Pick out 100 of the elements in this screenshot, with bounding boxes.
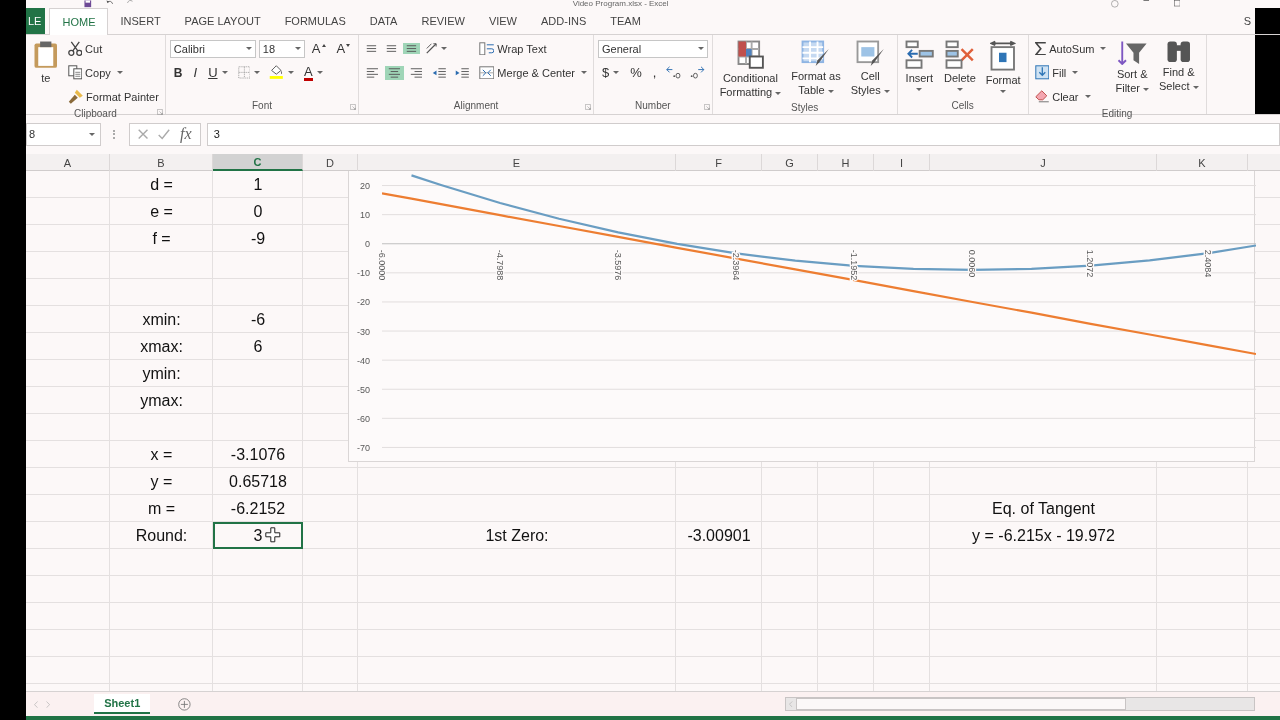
ribbon-tab[interactable]: DATA — [357, 7, 410, 34]
ribbon-button[interactable]: Delete — [941, 37, 979, 93]
table-cell[interactable]: y = -6.215x - 19.972 — [930, 522, 1157, 550]
name-box[interactable]: 8 — [26, 122, 101, 147]
ribbon-tab[interactable]: HOME — [49, 7, 109, 35]
group-label: Cells — [951, 100, 974, 112]
table-cell[interactable]: f = — [110, 225, 213, 253]
ribbon-button[interactable]: A — [307, 41, 330, 57]
table-cell[interactable]: -3.00901 — [676, 522, 762, 550]
delete-cells-icon — [945, 39, 975, 69]
table-cell[interactable]: 1 — [213, 171, 303, 199]
axis-tick-label: 0.0060 — [966, 250, 977, 278]
ribbon-button[interactable]: Insert — [901, 37, 937, 93]
close-icon — [138, 129, 149, 140]
undo-icon — [105, 0, 113, 5]
ribbon-tab[interactable]: REVIEW — [409, 7, 477, 34]
table-cell[interactable]: 3 — [213, 522, 303, 550]
table-cell[interactable]: 6 — [213, 333, 303, 361]
table-cell[interactable]: 0.65718 — [213, 468, 303, 496]
align-left-icon — [366, 67, 379, 78]
table-cell[interactable]: -6.2152 — [213, 495, 303, 523]
ribbon-button[interactable]: Conditional Formatting — [716, 37, 785, 101]
table-cell[interactable]: 1st Zero: — [358, 522, 676, 550]
ribbon-tab[interactable]: LE — [26, 7, 46, 34]
ribbon-button[interactable]: Format — [982, 37, 1024, 95]
minimize-icon — [1143, 0, 1150, 2]
ribbon-button[interactable]: I — [189, 65, 202, 81]
column-header[interactable]: C — [213, 154, 303, 172]
ribbon-button[interactable]: Find & Select — [1155, 37, 1202, 96]
formula-field[interactable]: 3 — [206, 122, 1280, 147]
ribbon-tab[interactable]: PAGE LAYOUT — [172, 7, 273, 34]
table-cell[interactable]: ymin: — [110, 360, 213, 388]
ribbon-button[interactable]: U — [204, 65, 232, 81]
ribbon-button[interactable]: $ — [598, 65, 624, 81]
caret-icon — [294, 47, 301, 51]
ribbon-button[interactable]: te — [30, 37, 62, 87]
cell-styles-icon — [855, 39, 885, 67]
ribbon-button[interactable]: A — [299, 64, 327, 81]
ribbon-button[interactable]: Cell Styles — [847, 37, 893, 99]
ribbon-button[interactable] — [385, 65, 404, 80]
ribbon-button[interactable]: % — [626, 65, 646, 81]
ribbon-button[interactable]: Clear — [1032, 89, 1093, 104]
ribbon-button[interactable]: AutoSum — [1032, 40, 1109, 57]
ribbon-button[interactable]: B — [169, 65, 187, 80]
table-cell[interactable]: ymax: — [110, 387, 213, 415]
horizontal-scrollbar[interactable] — [785, 697, 1255, 712]
ribbon-button[interactable]: Fill — [1032, 64, 1081, 81]
axis-tick-label: 10 — [360, 210, 370, 221]
axis-tick-label: -1.1952 — [848, 250, 859, 281]
ribbon-button[interactable]: Wrap Text — [476, 40, 549, 57]
ribbon-button[interactable]: Format Painter — [65, 87, 161, 106]
table-cell[interactable]: -3.1076 — [213, 441, 303, 469]
insert-cells-icon — [904, 39, 934, 69]
brush-icon — [67, 88, 84, 105]
table-cell[interactable]: 0 — [213, 198, 303, 226]
ribbon-button[interactable]: Merge & Center — [476, 64, 589, 81]
ribbon-button[interactable]: Copy — [65, 64, 125, 81]
table-cell[interactable]: -9 — [213, 225, 303, 253]
increase-indent-icon — [455, 67, 470, 78]
ribbon-button[interactable]: Format as Table — [788, 37, 844, 99]
insert-function-button[interactable]: fx — [180, 125, 192, 144]
ribbon-tab[interactable]: INSERT — [108, 7, 173, 34]
dropdown-field[interactable]: Calibri — [169, 39, 256, 58]
table-cell[interactable]: d = — [110, 171, 213, 199]
table-cell[interactable]: xmin: — [110, 306, 213, 334]
borders-icon — [237, 66, 251, 79]
table-cell[interactable]: Eq. of Tangent — [930, 495, 1157, 523]
table-cell[interactable]: Round: — [110, 522, 213, 550]
scroll-thumb[interactable] — [795, 698, 1126, 711]
dropdown-field[interactable]: General — [598, 39, 708, 58]
help-icon — [1111, 0, 1119, 8]
table-cell[interactable]: -6 — [213, 306, 303, 334]
ribbon-button[interactable]: Cut — [65, 40, 105, 58]
ribbon-button[interactable]: Sort & Filter — [1112, 37, 1152, 98]
account-link[interactable]: S — [1243, 14, 1251, 27]
ribbon-tab[interactable]: VIEW — [476, 7, 529, 34]
caret-icon — [89, 132, 95, 136]
table-cell[interactable]: xmax: — [110, 333, 213, 361]
group-label: Alignment — [453, 100, 499, 112]
table-cell[interactable]: e = — [110, 198, 213, 226]
table-cell[interactable]: x = — [110, 441, 213, 469]
table-cell[interactable]: m = — [110, 495, 213, 523]
align-right-icon — [409, 67, 423, 78]
ribbon-tab[interactable]: TEAM — [598, 7, 653, 34]
paint-bucket-icon — [269, 65, 284, 80]
caret-icon — [697, 47, 704, 51]
ribbon-button[interactable]: , — [648, 65, 661, 81]
cursor-icon — [265, 527, 281, 543]
axis-tick-label: 0 — [365, 239, 370, 250]
axis-tick-label: 2.4084 — [1203, 250, 1214, 278]
table-cell[interactable]: y = — [110, 468, 213, 496]
dropdown-field[interactable]: 18 — [258, 39, 305, 58]
ribbon-tab[interactable]: FORMULAS — [272, 7, 358, 34]
ribbon-tab[interactable]: ADD-INS — [529, 7, 599, 34]
sheet-tab[interactable]: Sheet1 — [94, 694, 151, 715]
ribbon-button[interactable] — [402, 43, 420, 55]
increase-decimal-icon — [666, 66, 682, 79]
decrease-decimal-icon — [690, 66, 705, 79]
ribbon-button[interactable]: A — [332, 41, 355, 57]
restore-icon — [1173, 0, 1180, 7]
